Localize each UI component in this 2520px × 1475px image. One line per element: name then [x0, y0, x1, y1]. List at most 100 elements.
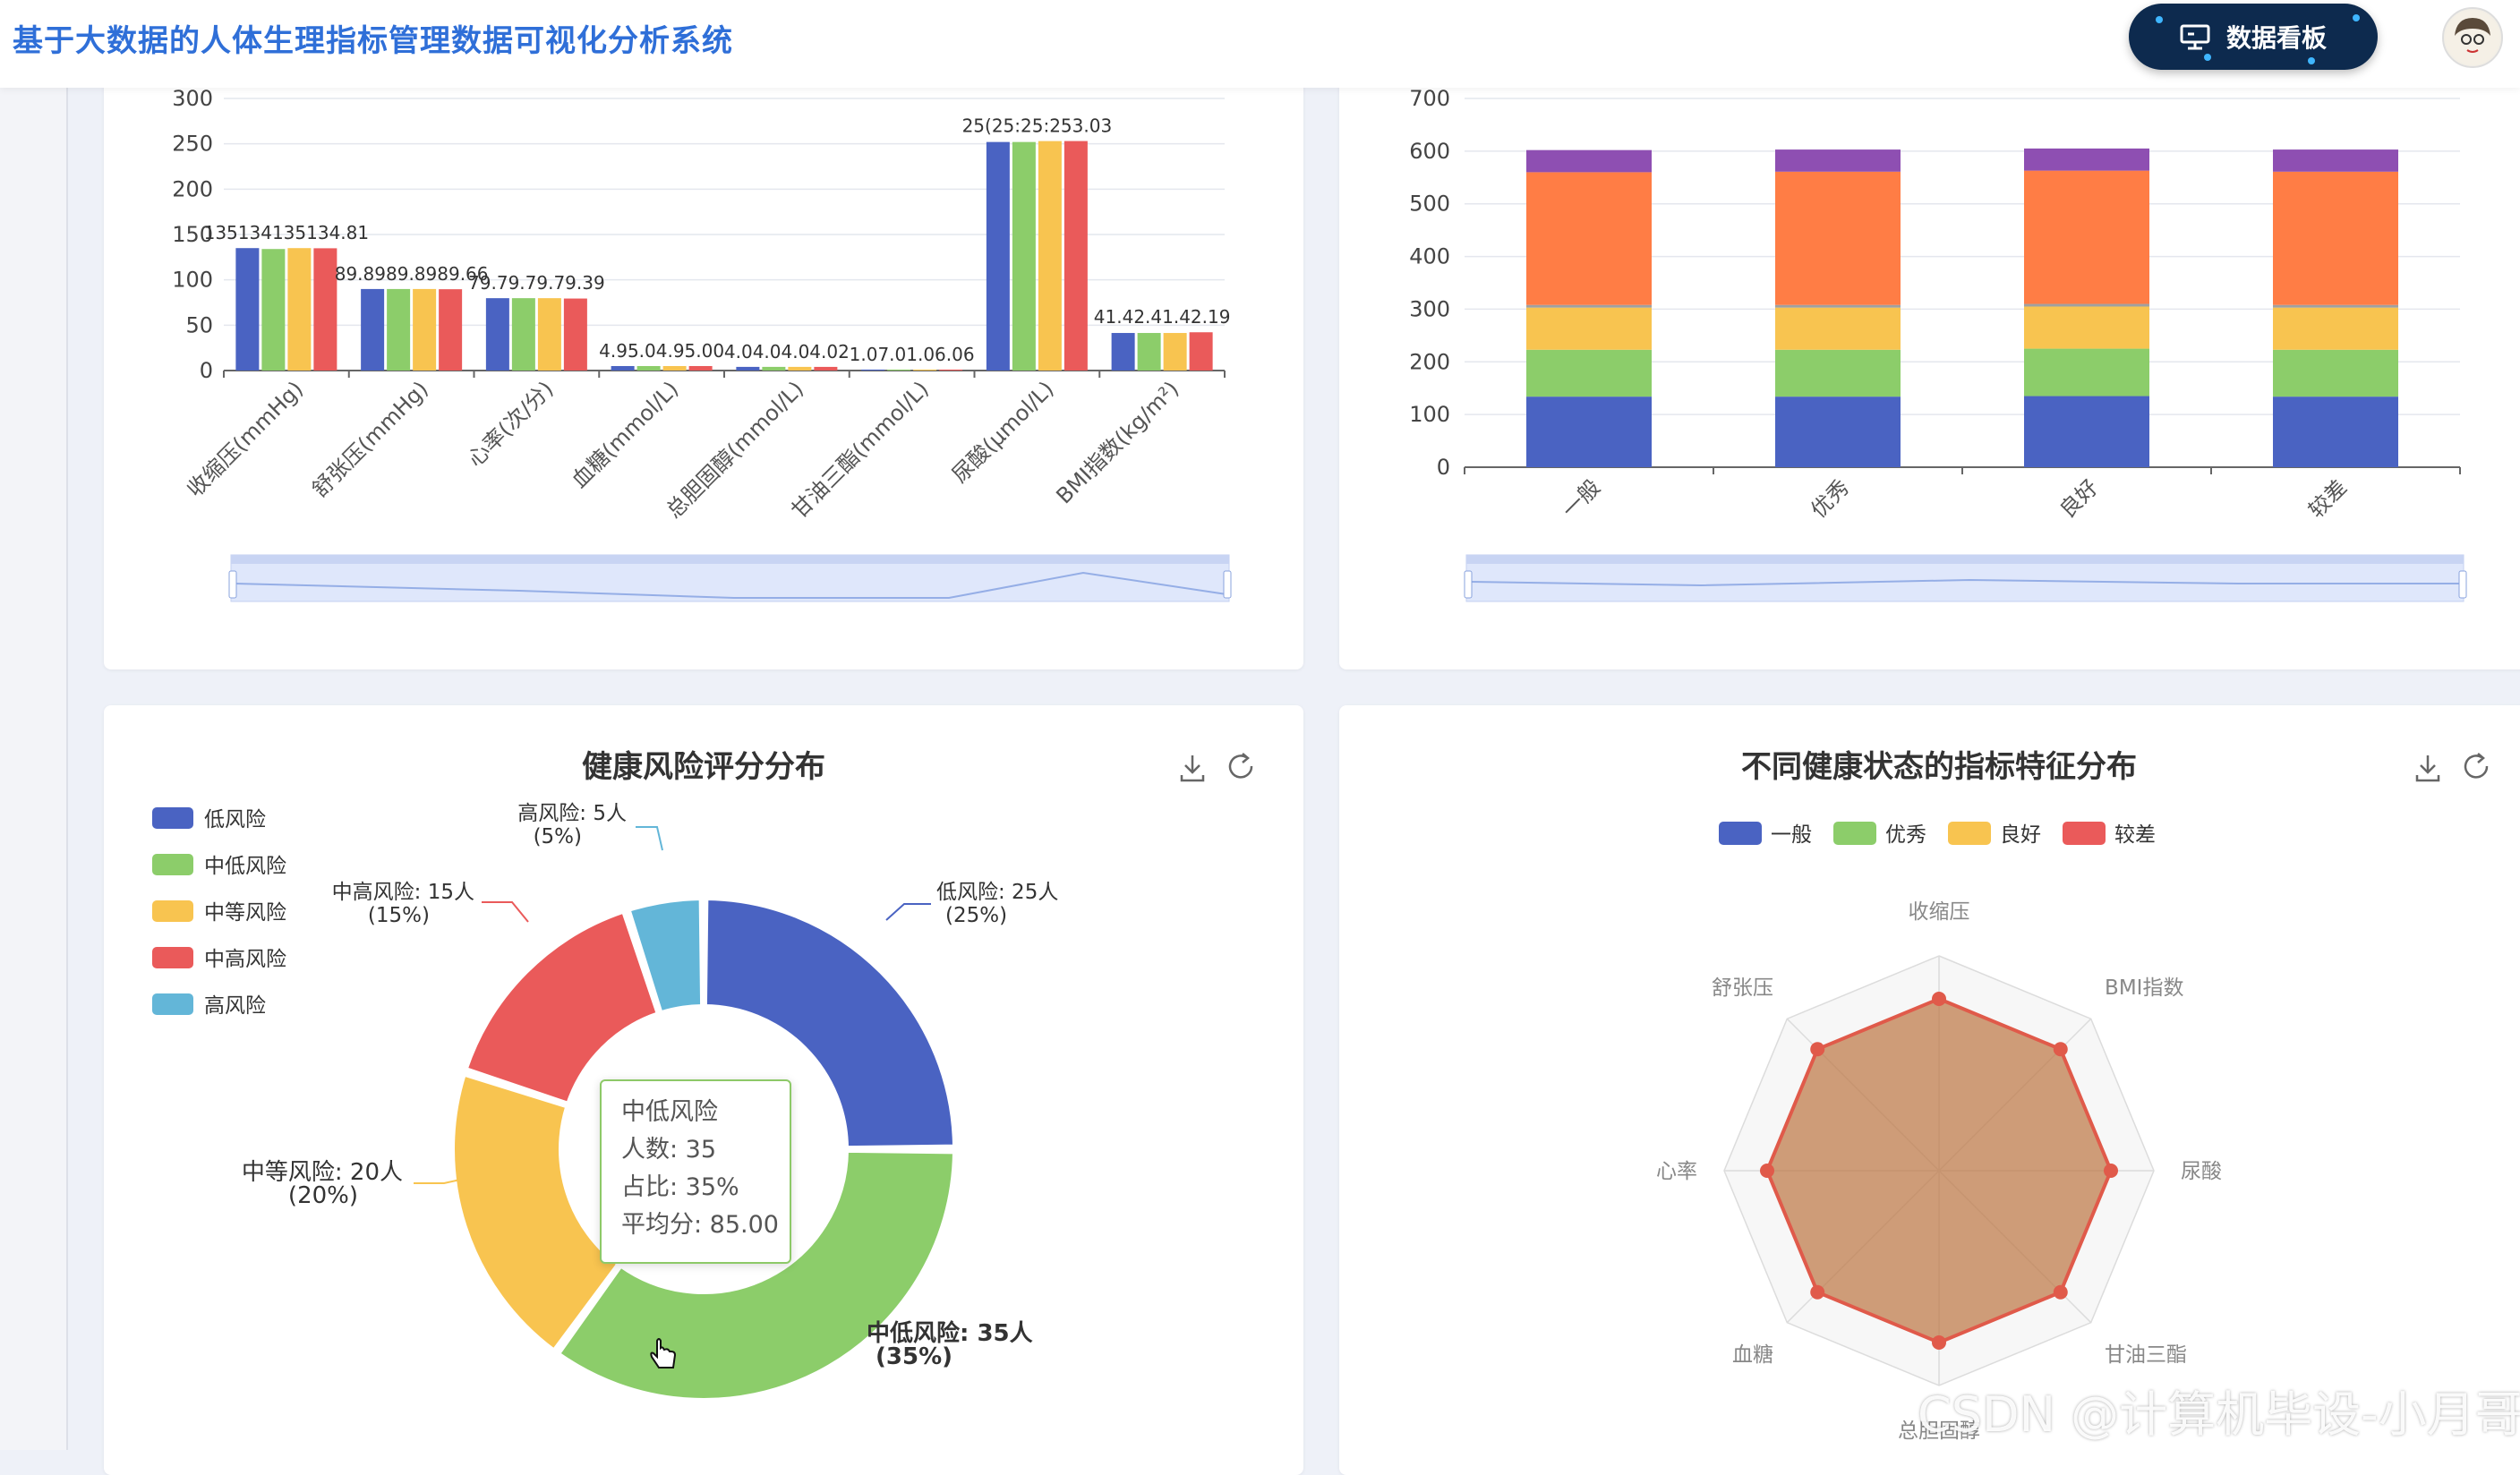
stacked-segment[interactable]: [2273, 149, 2398, 172]
tooltip-avg: 平均分: 85.00: [621, 1211, 779, 1239]
bar[interactable]: [762, 366, 786, 371]
bar[interactable]: [261, 249, 286, 371]
stacked-segment[interactable]: [1775, 171, 1901, 305]
zoom-left-handle[interactable]: [1464, 570, 1473, 599]
bar[interactable]: [1012, 141, 1036, 371]
bar[interactable]: [537, 298, 561, 371]
stacked-segment[interactable]: [2273, 396, 2398, 467]
radar-point[interactable]: [2053, 1042, 2068, 1057]
legend-label[interactable]: 良好: [2000, 823, 2041, 847]
legend-label[interactable]: 一般: [1771, 823, 1812, 847]
bar[interactable]: [861, 369, 885, 371]
legend-swatch[interactable]: [152, 947, 193, 968]
download-icon[interactable]: [1180, 755, 1205, 782]
bar[interactable]: [361, 288, 385, 371]
stacked-segment[interactable]: [2024, 148, 2149, 171]
legend-label[interactable]: 中低风险: [204, 855, 286, 878]
legend-swatch[interactable]: [152, 854, 193, 875]
bar[interactable]: [313, 248, 337, 371]
bar[interactable]: [788, 366, 812, 371]
legend-label[interactable]: 较差: [2114, 823, 2156, 847]
legend-label[interactable]: 中高风险: [204, 948, 286, 971]
bar[interactable]: [736, 366, 760, 371]
stacked-segment[interactable]: [2024, 396, 2149, 467]
bar[interactable]: [287, 248, 312, 371]
stacked-segment[interactable]: [2024, 306, 2149, 349]
stacked-segment[interactable]: [2024, 303, 2149, 307]
stacked-segment[interactable]: [1775, 307, 1901, 350]
legend-label[interactable]: 优秀: [1885, 823, 1926, 847]
legend-swatch[interactable]: [152, 900, 193, 922]
zoom-right-handle[interactable]: [1223, 570, 1232, 599]
bar[interactable]: [413, 288, 437, 371]
radar-point[interactable]: [1760, 1164, 1774, 1178]
radar-point[interactable]: [2104, 1164, 2118, 1178]
bar[interactable]: [986, 141, 1010, 371]
slice-percent-label: (20%): [288, 1182, 358, 1209]
stacked-segment[interactable]: [1526, 396, 1652, 467]
user-avatar[interactable]: [2442, 7, 2503, 68]
legend-swatch[interactable]: [152, 807, 193, 829]
legend-swatch[interactable]: [2063, 822, 2106, 845]
stacked-segment[interactable]: [1775, 304, 1901, 308]
bar-chart-zoom-handle-bar[interactable]: [231, 555, 1229, 564]
bar[interactable]: [611, 365, 635, 371]
radar-point[interactable]: [1932, 992, 1946, 1006]
legend-label[interactable]: 低风险: [204, 808, 266, 831]
bar[interactable]: [511, 298, 535, 371]
bar[interactable]: [636, 365, 661, 371]
bar[interactable]: [1111, 333, 1135, 371]
bar[interactable]: [939, 369, 963, 371]
refresh-icon[interactable]: [2464, 753, 2489, 779]
stacked-segment[interactable]: [2273, 171, 2398, 305]
bar[interactable]: [1189, 332, 1213, 371]
stacked-segment[interactable]: [1526, 349, 1652, 397]
stacked-segment[interactable]: [1775, 396, 1901, 467]
bar[interactable]: [1064, 141, 1088, 371]
bar[interactable]: [1038, 141, 1062, 371]
radar-point[interactable]: [1810, 1284, 1825, 1300]
legend-label[interactable]: 高风险: [204, 994, 266, 1018]
donut-slice[interactable]: [464, 909, 660, 1105]
bar[interactable]: [887, 369, 911, 371]
zoom-right-handle[interactable]: [2458, 570, 2467, 599]
refresh-icon[interactable]: [1228, 753, 1253, 779]
legend-label[interactable]: 中等风险: [204, 901, 286, 925]
bar[interactable]: [1137, 333, 1161, 371]
bar[interactable]: [387, 288, 411, 371]
stacked-segment[interactable]: [2273, 349, 2398, 397]
legend-swatch[interactable]: [152, 993, 193, 1015]
radar-point[interactable]: [1810, 1042, 1825, 1057]
bar-value-label: 135134135134.81: [204, 222, 370, 243]
bar[interactable]: [439, 289, 463, 371]
bar[interactable]: [563, 298, 587, 371]
bar[interactable]: [485, 298, 509, 371]
stacked-segment[interactable]: [1526, 149, 1652, 173]
x-tick-label: 优秀: [1807, 474, 1855, 523]
stacked-segment[interactable]: [1775, 149, 1901, 172]
stacked-segment[interactable]: [2273, 307, 2398, 350]
stacked-chart-zoom-handle-bar[interactable]: [1466, 555, 2464, 564]
stacked-segment[interactable]: [1526, 304, 1652, 308]
bar[interactable]: [1163, 333, 1187, 371]
zoom-left-handle[interactable]: [228, 570, 237, 599]
stacked-segment[interactable]: [1526, 172, 1652, 305]
legend-swatch[interactable]: [1719, 822, 1762, 845]
radar-point[interactable]: [2053, 1284, 2068, 1300]
bar[interactable]: [814, 366, 838, 371]
stacked-segment[interactable]: [2024, 170, 2149, 304]
bar[interactable]: [913, 369, 937, 371]
tooltip-title: 中低风险: [621, 1098, 718, 1126]
legend-swatch[interactable]: [1833, 822, 1876, 845]
stacked-segment[interactable]: [2273, 304, 2398, 308]
bar[interactable]: [235, 248, 260, 371]
radar-point[interactable]: [1932, 1335, 1946, 1350]
stacked-segment[interactable]: [1526, 307, 1652, 350]
dashboard-button[interactable]: 数据看板: [2129, 4, 2378, 70]
legend-swatch[interactable]: [1948, 822, 1991, 845]
stacked-segment[interactable]: [2024, 348, 2149, 396]
download-icon[interactable]: [2415, 755, 2440, 782]
bar[interactable]: [688, 365, 713, 371]
stacked-segment[interactable]: [1775, 349, 1901, 397]
bar[interactable]: [662, 365, 687, 371]
